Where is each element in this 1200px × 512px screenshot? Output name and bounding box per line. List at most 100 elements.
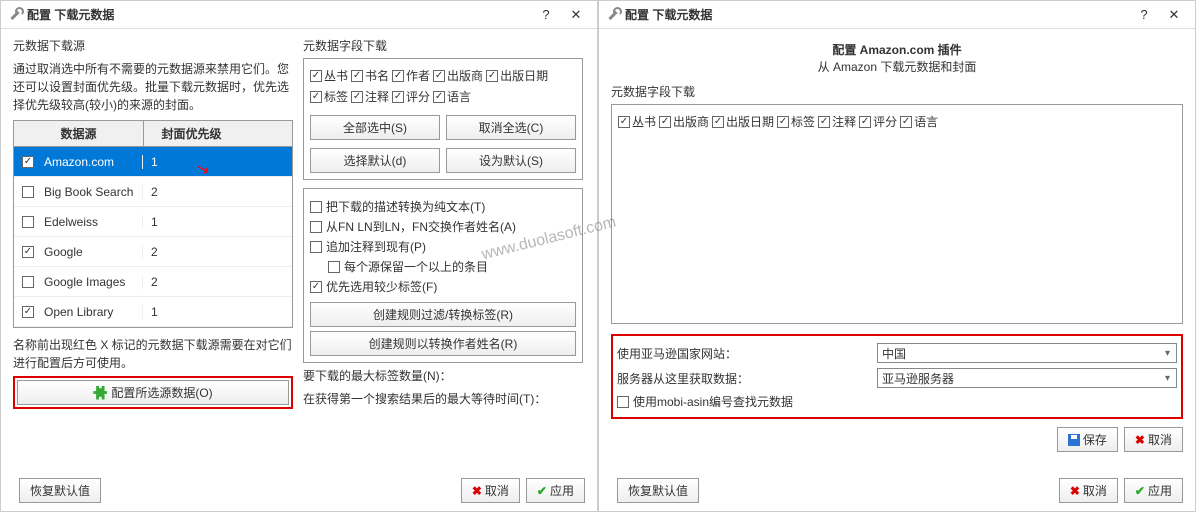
field-label: 标签 (324, 88, 348, 105)
field-label: 注释 (832, 113, 856, 130)
source-name: Amazon.com (42, 155, 142, 169)
field-item[interactable]: 丛书 (310, 67, 348, 84)
restore-defaults-button[interactable]: 恢复默认值 (617, 478, 699, 503)
close-button[interactable]: ✕ (561, 1, 591, 28)
field-checkbox[interactable] (433, 91, 445, 103)
field-checkbox[interactable] (618, 116, 630, 128)
save-button[interactable]: 保存 (1057, 427, 1118, 452)
cancel-button[interactable]: ✖取消 (1059, 478, 1118, 503)
option-checkbox[interactable] (310, 281, 322, 293)
window-title-right: 配置 下载元数据 (625, 6, 1129, 23)
field-item[interactable]: 注释 (818, 113, 856, 130)
check-icon: ✔ (1135, 484, 1145, 498)
field-label: 语言 (914, 113, 938, 130)
source-checkbox[interactable] (22, 186, 34, 198)
field-item[interactable]: 作者 (392, 67, 430, 84)
cancel-inner-button[interactable]: ✖取消 (1124, 427, 1183, 452)
restore-defaults-button[interactable]: 恢复默认值 (19, 478, 101, 503)
source-name: Google (42, 245, 142, 259)
field-item[interactable]: 标签 (310, 88, 348, 105)
option-checkbox[interactable] (310, 221, 322, 233)
table-row[interactable]: Edelweiss1 (14, 207, 292, 237)
server-select[interactable]: 亚马逊服务器 (877, 368, 1177, 388)
rule-author-button[interactable]: 创建规则以转换作者姓名(R) (310, 331, 576, 356)
wrench-icon (605, 7, 621, 23)
select-default-button[interactable]: 选择默认(d) (310, 148, 440, 173)
plugin-subtitle: 从 Amazon 下载元数据和封面 (611, 58, 1183, 75)
field-item[interactable]: 出版商 (433, 67, 483, 84)
field-item[interactable]: 出版日期 (712, 113, 774, 130)
cancel-button[interactable]: ✖取消 (461, 478, 520, 503)
sources-section-label: 元数据下载源 (13, 37, 293, 54)
option-checkbox[interactable] (310, 241, 322, 253)
field-item[interactable]: 丛书 (618, 113, 656, 130)
source-priority[interactable]: 2 (142, 275, 237, 289)
source-priority[interactable]: 1↘ (142, 155, 237, 169)
option-row[interactable]: 优先选用较少标签(F) (310, 278, 576, 295)
option-row[interactable]: 把下载的描述转换为纯文本(T) (310, 198, 576, 215)
table-row[interactable]: Google2 (14, 237, 292, 267)
field-checkbox[interactable] (351, 70, 363, 82)
field-item[interactable]: 评分 (392, 88, 430, 105)
site-select[interactable]: 中国 (877, 343, 1177, 363)
source-checkbox[interactable] (22, 156, 34, 168)
source-priority[interactable]: 1 (142, 215, 237, 229)
option-checkbox[interactable] (310, 201, 322, 213)
option-row[interactable]: 每个源保留一个以上的条目 (310, 258, 576, 275)
table-row[interactable]: Open Library1 (14, 297, 292, 327)
field-checkbox[interactable] (818, 116, 830, 128)
field-label: 作者 (406, 67, 430, 84)
window-title-left: 配置 下载元数据 (27, 6, 531, 23)
field-item[interactable]: 语言 (433, 88, 471, 105)
select-all-button[interactable]: 全部选中(S) (310, 115, 440, 140)
source-checkbox[interactable] (22, 246, 34, 258)
wrench-icon (7, 7, 23, 23)
field-item[interactable]: 标签 (777, 113, 815, 130)
field-checkbox[interactable] (433, 70, 445, 82)
source-checkbox[interactable] (22, 276, 34, 288)
apply-button[interactable]: ✔应用 (526, 478, 585, 503)
max-wait-label: 在获得第一个搜索结果后的最大等待时间(T)： (303, 390, 583, 407)
save-icon (1068, 434, 1080, 446)
field-checkbox[interactable] (486, 70, 498, 82)
table-row[interactable]: Google Images2 (14, 267, 292, 297)
help-button[interactable]: ? (531, 1, 561, 28)
option-row[interactable]: 从FN LN到LN，FN交换作者姓名(A) (310, 218, 576, 235)
table-row[interactable]: Big Book Search2 (14, 177, 292, 207)
field-item[interactable]: 语言 (900, 113, 938, 130)
field-checkbox[interactable] (310, 91, 322, 103)
source-priority[interactable]: 2 (142, 245, 237, 259)
field-checkbox[interactable] (659, 116, 671, 128)
field-checkbox[interactable] (712, 116, 724, 128)
rule-filter-button[interactable]: 创建规则过滤/转换标签(R) (310, 302, 576, 327)
close-button[interactable]: ✕ (1159, 1, 1189, 28)
source-priority[interactable]: 2 (142, 185, 237, 199)
mobi-asin-label: 使用mobi-asin编号查找元数据 (633, 393, 793, 410)
set-default-button[interactable]: 设为默认(S) (446, 148, 576, 173)
help-button[interactable]: ? (1129, 1, 1159, 28)
field-item[interactable]: 出版日期 (486, 67, 548, 84)
field-item[interactable]: 评分 (859, 113, 897, 130)
field-checkbox[interactable] (777, 116, 789, 128)
source-checkbox[interactable] (22, 216, 34, 228)
field-item[interactable]: 出版商 (659, 113, 709, 130)
option-checkbox[interactable] (328, 261, 340, 273)
puzzle-icon (93, 386, 107, 400)
field-checkbox[interactable] (310, 70, 322, 82)
field-checkbox[interactable] (351, 91, 363, 103)
field-checkbox[interactable] (900, 116, 912, 128)
source-priority[interactable]: 1 (142, 305, 237, 319)
field-item[interactable]: 注释 (351, 88, 389, 105)
field-checkbox[interactable] (392, 70, 404, 82)
field-checkbox[interactable] (859, 116, 871, 128)
mobi-asin-checkbox[interactable] (617, 396, 629, 408)
option-row[interactable]: 追加注释到现有(P) (310, 238, 576, 255)
configure-source-button[interactable]: 配置所选源数据(O) (17, 380, 289, 405)
field-item[interactable]: 书名 (351, 67, 389, 84)
table-row[interactable]: Amazon.com1↘ (14, 147, 292, 177)
source-checkbox[interactable] (22, 306, 34, 318)
apply-button[interactable]: ✔应用 (1124, 478, 1183, 503)
field-checkbox[interactable] (392, 91, 404, 103)
clear-all-button[interactable]: 取消全选(C) (446, 115, 576, 140)
option-label: 追加注释到现有(P) (326, 238, 426, 255)
